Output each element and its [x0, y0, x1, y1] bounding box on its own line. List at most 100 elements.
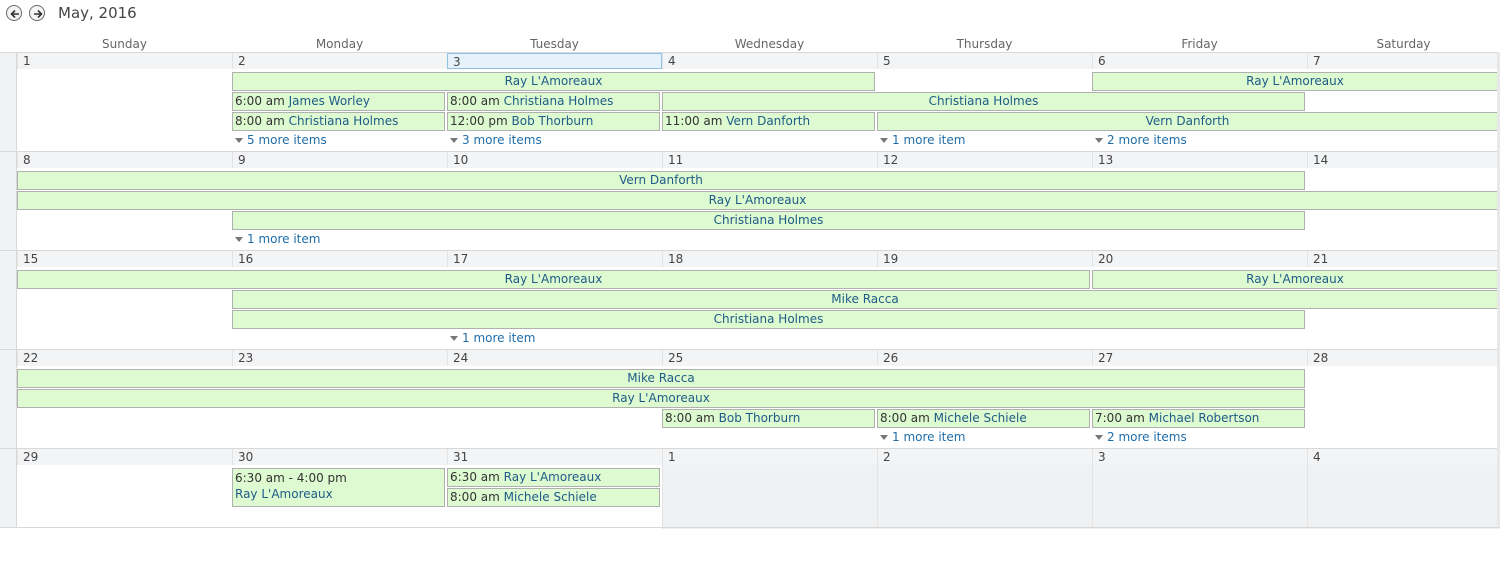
expand-arrow-icon	[880, 137, 888, 143]
calendar-event[interactable]: 8:00 am Christiana Holmes	[232, 112, 445, 131]
event-title: Christiana Holmes	[713, 213, 824, 227]
calendar-event[interactable]: 8:00 am Michele Schiele	[447, 488, 660, 507]
day-number[interactable]: 22	[17, 350, 232, 366]
day-number[interactable]: 1	[662, 449, 877, 465]
event-time: 8:00 am	[235, 114, 285, 128]
day-number[interactable]: 19	[877, 251, 1092, 267]
next-month-button[interactable]	[29, 5, 45, 21]
day-number[interactable]: 2	[232, 53, 447, 69]
calendar-event[interactable]: Christiana Holmes	[232, 310, 1305, 329]
more-items-link[interactable]: 2 more items	[1093, 430, 1187, 444]
more-items-link[interactable]: 3 more items	[448, 133, 542, 147]
outside-month-cell[interactable]	[877, 465, 1092, 529]
day-number[interactable]: 30	[232, 449, 447, 465]
calendar-event[interactable]: Ray L'Amoreaux	[17, 191, 1498, 210]
calendar-event[interactable]: 6:30 am Ray L'Amoreaux	[447, 468, 660, 487]
outside-month-cell[interactable]	[1307, 465, 1500, 529]
event-title: Ray L'Amoreaux	[1246, 272, 1344, 286]
outside-month-cell[interactable]	[662, 465, 877, 529]
week-selector[interactable]	[0, 152, 17, 250]
calendar-event[interactable]: Mike Racca	[232, 290, 1498, 309]
calendar-event[interactable]: Vern Danforth	[877, 112, 1498, 131]
event-title: Bob Thorburn	[511, 114, 594, 128]
day-number[interactable]: 2	[877, 449, 1092, 465]
more-items-label: 1 more item	[247, 232, 321, 246]
day-number[interactable]: 25	[662, 350, 877, 366]
calendar-event[interactable]: Vern Danforth	[17, 171, 1305, 190]
day-number[interactable]: 20	[1092, 251, 1307, 267]
more-items-link[interactable]: 5 more items	[233, 133, 327, 147]
day-number[interactable]: 4	[662, 53, 877, 69]
grid-bottom-border	[0, 527, 1500, 528]
weekday-saturday: Saturday	[1376, 37, 1431, 51]
calendar-event[interactable]: Ray L'Amoreaux	[1092, 72, 1498, 91]
day-number[interactable]: 23	[232, 350, 447, 366]
day-number[interactable]: 1	[17, 53, 232, 69]
day-number[interactable]: 12	[877, 152, 1092, 168]
day-number[interactable]: 26	[877, 350, 1092, 366]
day-number[interactable]: 3	[1092, 449, 1307, 465]
calendar-event[interactable]: Mike Racca	[17, 369, 1305, 388]
day-number[interactable]: 10	[447, 152, 662, 168]
event-title: Christiana Holmes	[288, 114, 399, 128]
calendar-event[interactable]: Ray L'Amoreaux	[17, 389, 1305, 408]
day-number-strip: 29 30 31 1 2 3 4	[17, 449, 1500, 465]
event-title: Michele Schiele	[933, 411, 1027, 425]
calendar-event[interactable]: 8:00 am Christiana Holmes	[447, 92, 660, 111]
event-time: 11:00 am	[665, 114, 723, 128]
day-number[interactable]: 31	[447, 449, 662, 465]
calendar-event[interactable]: 6:00 am James Worley	[232, 92, 445, 111]
calendar-event[interactable]: 8:00 am Bob Thorburn	[662, 409, 875, 428]
calendar-event[interactable]: 12:00 pm Bob Thorburn	[447, 112, 660, 131]
day-number[interactable]: 18	[662, 251, 877, 267]
week-selector[interactable]	[0, 251, 17, 349]
day-number[interactable]: 11	[662, 152, 877, 168]
week-selector[interactable]	[0, 350, 17, 448]
calendar-event[interactable]: Christiana Holmes	[232, 211, 1305, 230]
expand-arrow-icon	[1095, 137, 1103, 143]
day-number[interactable]: 21	[1307, 251, 1500, 267]
more-items-link[interactable]: 1 more item	[878, 430, 965, 444]
calendar-event[interactable]: Ray L'Amoreaux	[17, 270, 1090, 289]
event-title: Vern Danforth	[726, 114, 811, 128]
day-number[interactable]: 13	[1092, 152, 1307, 168]
calendar-event[interactable]: 6:30 am - 4:00 pm Ray L'Amoreaux	[232, 468, 445, 507]
day-number[interactable]: 27	[1092, 350, 1307, 366]
more-items-link[interactable]: 2 more items	[1093, 133, 1187, 147]
outside-month-cell[interactable]	[1092, 465, 1307, 529]
calendar-event[interactable]: 11:00 am Vern Danforth	[662, 112, 875, 131]
week-selector[interactable]	[0, 53, 17, 151]
day-number[interactable]: 15	[17, 251, 232, 267]
more-items-link[interactable]: 1 more item	[448, 331, 535, 345]
more-items-label: 1 more item	[462, 331, 536, 345]
event-time: 7:00 am	[1095, 411, 1145, 425]
day-number[interactable]: 24	[447, 350, 662, 366]
weekday-monday: Monday	[315, 37, 364, 51]
event-title: Christiana Holmes	[928, 94, 1039, 108]
day-number[interactable]: 29	[17, 449, 232, 465]
day-number[interactable]: 4	[1307, 449, 1500, 465]
event-title: Ray L'Amoreaux	[708, 193, 807, 207]
calendar-event[interactable]: Ray L'Amoreaux	[1092, 270, 1498, 289]
calendar-event[interactable]: Ray L'Amoreaux	[232, 72, 875, 91]
more-items-link[interactable]: 1 more item	[233, 232, 320, 246]
day-number[interactable]: 3	[447, 53, 662, 69]
prev-month-button[interactable]	[6, 5, 22, 21]
day-number[interactable]: 16	[232, 251, 447, 267]
day-number[interactable]: 6	[1092, 53, 1307, 69]
day-number[interactable]: 28	[1307, 350, 1500, 366]
day-number[interactable]: 7	[1307, 53, 1500, 69]
more-items-link[interactable]: 1 more item	[878, 133, 965, 147]
day-number[interactable]: 14	[1307, 152, 1500, 168]
event-time: 6:30 am	[450, 470, 500, 484]
calendar-event[interactable]: Christiana Holmes	[662, 92, 1305, 111]
expand-arrow-icon	[235, 236, 243, 242]
week-selector[interactable]	[0, 449, 17, 528]
day-number[interactable]: 8	[17, 152, 232, 168]
calendar-event[interactable]: 7:00 am Michael Robertson	[1092, 409, 1305, 428]
calendar-event[interactable]: 8:00 am Michele Schiele	[877, 409, 1090, 428]
day-number[interactable]: 5	[877, 53, 1092, 69]
more-items-label: 5 more items	[247, 133, 327, 147]
day-number[interactable]: 9	[232, 152, 447, 168]
day-number[interactable]: 17	[447, 251, 662, 267]
